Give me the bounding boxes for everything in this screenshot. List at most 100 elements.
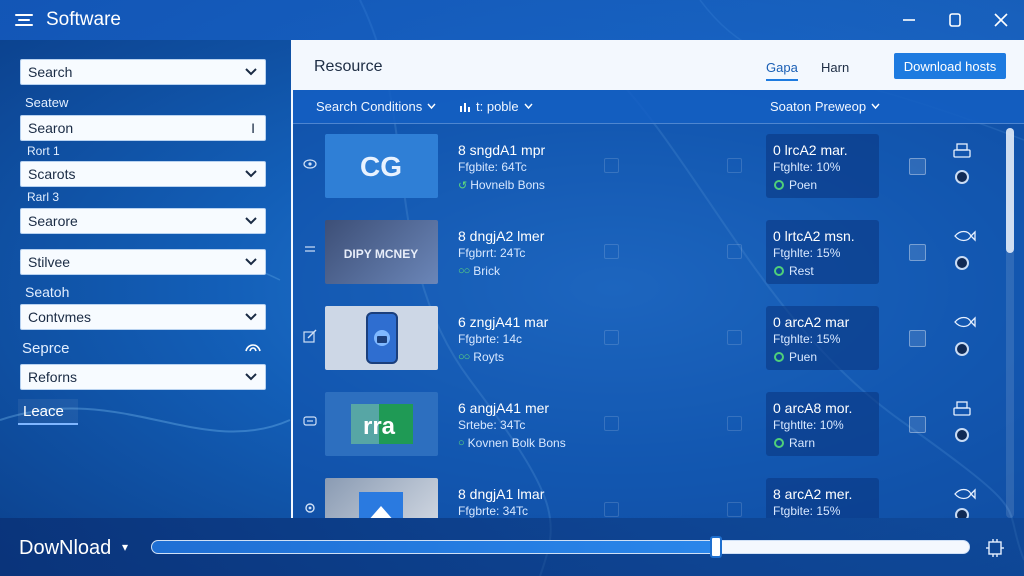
avatar[interactable] <box>955 428 969 442</box>
searore-select[interactable]: Searore <box>20 208 266 234</box>
faint-checkbox[interactable] <box>604 330 619 345</box>
thumbnail-label: rra <box>363 413 396 440</box>
contvmes-select[interactable]: Contvmes <box>20 304 266 330</box>
row-checkbox[interactable] <box>909 330 926 347</box>
fish-icon[interactable] <box>952 314 976 330</box>
item-title: 6 angjA41 mer <box>458 400 550 416</box>
resource-thumbnail[interactable]: CG <box>325 134 438 198</box>
resource-thumbnail[interactable]: DIPY MCNEY <box>325 220 438 284</box>
item-title: 8 dngjA1 lmar <box>458 486 545 502</box>
row-checkbox[interactable] <box>909 416 926 433</box>
tab-gapa[interactable]: Gapa <box>766 60 798 81</box>
status-marks: ↺ <box>458 179 467 192</box>
maximize-icon[interactable] <box>932 0 978 40</box>
chevron-down-icon[interactable]: ▾ <box>122 540 128 554</box>
faint-checkbox[interactable] <box>604 158 619 173</box>
resource-thumbnail[interactable] <box>325 306 438 370</box>
card-subtitle: Ftghtlte: 10% <box>773 418 844 432</box>
panel-header: Resource Gapa Harn Download hosts <box>293 40 1024 90</box>
status-ring-icon <box>774 438 784 448</box>
faint-checkbox[interactable] <box>604 244 619 259</box>
status-text: Hovnelb Bons <box>470 178 545 192</box>
panel-title: Resource <box>314 58 383 75</box>
status-card: 0 arcA8 mor. Ftghtlte: 10% Rarn <box>766 392 879 456</box>
search-preview-dropdown[interactable]: Soaton Preweop <box>770 99 880 114</box>
item-subtitle: Ffgbrrt: 24Tc <box>458 246 526 260</box>
avatar[interactable] <box>955 170 969 184</box>
field-label: Seatew <box>25 95 69 110</box>
thumbnail-label: DIPY MCNEY <box>344 247 418 261</box>
chevron-down-icon <box>245 313 257 321</box>
tab-harn[interactable]: Harn <box>821 60 849 75</box>
row-checkbox[interactable] <box>909 244 926 261</box>
row-checkbox[interactable] <box>909 158 926 175</box>
list-item[interactable]: CG 8 sngdA1 mpr Ffgbite: 64Tc ↺ Hovnelb … <box>293 126 998 212</box>
list-item[interactable]: DIPY MCNEY 8 dngjA2 lmer Ffgbrrt: 24Tc ○… <box>293 212 998 298</box>
avatar[interactable] <box>955 342 969 356</box>
select-value: Search <box>28 64 73 80</box>
chevron-down-icon <box>245 68 257 76</box>
download-hosts-button[interactable]: Download hosts <box>894 53 1006 79</box>
chevron-down-icon <box>427 103 436 110</box>
list-item[interactable]: 6 zngjA41 mar Ffgbrte: 14c ○○ Royts 0 ar… <box>293 298 998 384</box>
chevron-down-icon <box>245 373 257 381</box>
card-subtitle: Ftgbite: 15% <box>773 504 841 518</box>
list-item[interactable]: 8 dngjA1 lmar Ffgbrte: 34Tc 8 arcA2 mer.… <box>293 470 998 518</box>
search-select[interactable]: Search <box>20 59 266 85</box>
avatar[interactable] <box>955 256 969 270</box>
chevron-down-icon <box>245 258 257 266</box>
window-controls <box>886 0 1024 40</box>
item-status: ○ Kovnen Bolk Bons <box>458 436 566 450</box>
faint-checkbox[interactable] <box>604 416 619 431</box>
faint-checkbox[interactable] <box>727 244 742 259</box>
progress-handle[interactable] <box>709 536 722 558</box>
search-conditions-dropdown[interactable]: Search Conditions <box>316 99 436 114</box>
scrollbar-thumb[interactable] <box>1006 128 1014 253</box>
popular-dropdown[interactable]: t: poble <box>459 99 533 114</box>
item-status: ○○ Royts <box>458 350 504 364</box>
state-text: Rest <box>789 264 814 278</box>
resource-thumbnail[interactable]: rra <box>325 392 438 456</box>
status-marks: ○○ <box>458 351 470 363</box>
status-card: 0 arcA2 mar Ftghlte: 15% Puen <box>766 306 879 370</box>
sidebar: Search Seatew Searon I Rort 1 Scarots Ra… <box>0 40 290 518</box>
scarots-select[interactable]: Scarots <box>20 161 266 187</box>
faint-checkbox[interactable] <box>727 416 742 431</box>
search-input[interactable]: Searon I <box>20 115 266 141</box>
download-label[interactable]: DowNload <box>19 537 111 560</box>
item-title: 8 dngjA2 lmer <box>458 228 545 244</box>
stilvee-select[interactable]: Stilvee <box>20 249 266 275</box>
signal-icon[interactable] <box>244 339 262 353</box>
download-bar: DowNload ▾ <box>0 518 1024 576</box>
gear-icon[interactable] <box>302 500 318 516</box>
avatar[interactable] <box>955 508 969 518</box>
close-icon[interactable] <box>978 0 1024 40</box>
faint-checkbox[interactable] <box>727 502 742 517</box>
chat-icon[interactable] <box>302 414 318 430</box>
filter-bar: Search Conditions t: poble Soaton Preweo… <box>293 90 1024 124</box>
resource-thumbnail[interactable] <box>325 478 438 518</box>
settings-icon[interactable] <box>985 538 1005 558</box>
printer-icon[interactable] <box>952 142 972 160</box>
fish-icon[interactable] <box>952 486 976 502</box>
edit-icon[interactable] <box>302 328 318 344</box>
resource-panel: Resource Gapa Harn Download hosts Search… <box>291 40 1024 518</box>
list-icon[interactable] <box>14 10 34 30</box>
fish-icon[interactable] <box>952 228 976 244</box>
select-value: Stilvee <box>28 254 71 270</box>
vertical-scrollbar[interactable] <box>1006 128 1014 518</box>
eye-icon[interactable] <box>302 156 318 172</box>
printer-icon[interactable] <box>952 400 972 418</box>
minimize-icon[interactable] <box>886 0 932 40</box>
download-progress-bar[interactable] <box>151 536 970 558</box>
card-subtitle: Ftghlte: 10% <box>773 160 841 174</box>
list-icon[interactable] <box>302 242 318 258</box>
state-text: Puen <box>789 350 818 364</box>
faint-checkbox[interactable] <box>604 502 619 517</box>
leace-button[interactable]: Leace <box>18 399 78 425</box>
faint-checkbox[interactable] <box>727 330 742 345</box>
card-subtitle: Ftghlte: 15% <box>773 246 841 260</box>
list-item[interactable]: rra 6 angjA41 mer Srtebe: 34Tc ○ Kovnen … <box>293 384 998 470</box>
reforns-select[interactable]: Reforns <box>20 364 266 390</box>
faint-checkbox[interactable] <box>727 158 742 173</box>
